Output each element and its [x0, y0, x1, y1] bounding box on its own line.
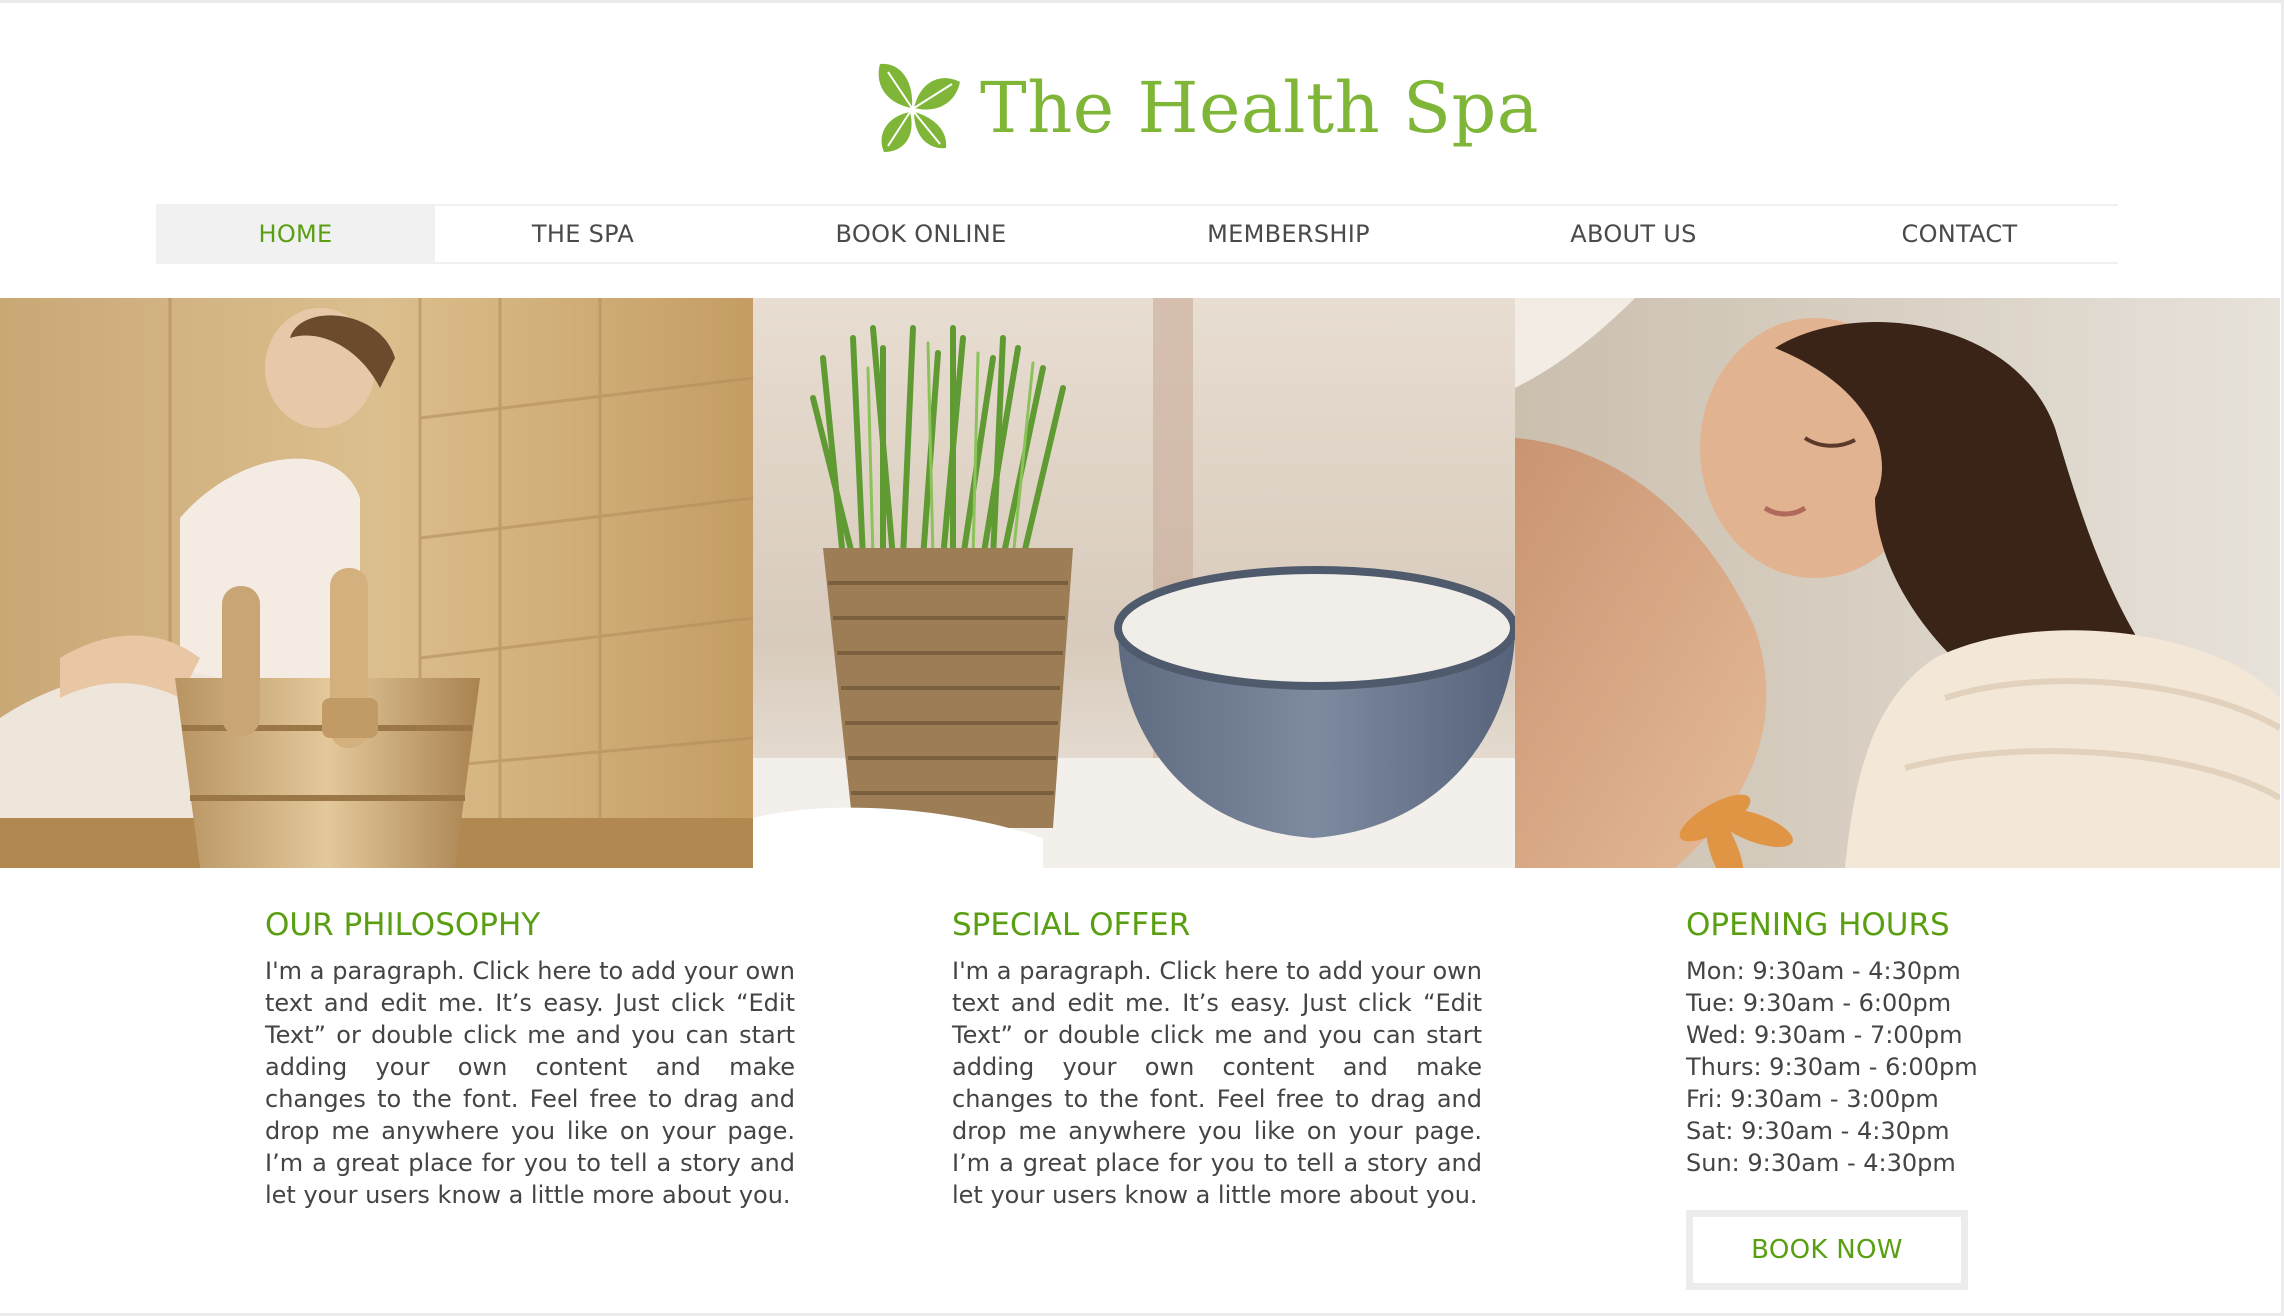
opening-hours-title: OPENING HOURS: [1686, 907, 1950, 943]
hours-line: Thurs: 9:30am - 6:00pm: [1686, 1053, 1978, 1081]
hero-gallery: [0, 298, 2280, 868]
special-offer-text: I'm a paragraph. Click here to add your …: [952, 957, 1482, 1209]
hours-line: Fri: 9:30am - 3:00pm: [1686, 1085, 1939, 1113]
sauna-image: [0, 298, 753, 868]
philosophy-text: I'm a paragraph. Click here to add your …: [265, 957, 795, 1209]
wheatgrass-bowl-image: [753, 298, 1515, 868]
hours-line: Tue: 9:30am - 6:00pm: [1686, 989, 1952, 1017]
hours-line: Wed: 9:30am - 7:00pm: [1686, 1021, 1963, 1049]
nav-about-us[interactable]: ABOUT US: [1466, 206, 1801, 262]
top-border: [0, 0, 2284, 3]
site-logo[interactable]: The Health Spa: [868, 58, 1539, 158]
special-offer-title: SPECIAL OFFER: [952, 907, 1191, 943]
special-offer-section: SPECIAL OFFER I'm a paragraph. Click her…: [952, 905, 1482, 1211]
nav-membership[interactable]: MEMBERSHIP: [1111, 206, 1466, 262]
hours-line: Mon: 9:30am - 4:30pm: [1686, 957, 1961, 985]
nav-the-spa[interactable]: THE SPA: [435, 206, 731, 262]
nav-home[interactable]: HOME: [156, 206, 435, 262]
book-now-button[interactable]: BOOK NOW: [1686, 1210, 1968, 1290]
nav-book-online[interactable]: BOOK ONLINE: [731, 206, 1111, 262]
opening-hours-list: Mon: 9:30am - 4:30pm Tue: 9:30am - 6:00p…: [1686, 955, 2006, 1179]
leaf-icon: [868, 56, 964, 160]
hours-line: Sat: 9:30am - 4:30pm: [1686, 1117, 1950, 1145]
relaxing-woman-image: [1515, 298, 2280, 868]
philosophy-section: OUR PHILOSOPHY I'm a paragraph. Click he…: [265, 905, 795, 1211]
hours-line: Sun: 9:30am - 4:30pm: [1686, 1149, 1956, 1177]
opening-hours-section: OPENING HOURS Mon: 9:30am - 4:30pm Tue: …: [1686, 905, 2006, 1179]
nav-contact[interactable]: CONTACT: [1801, 206, 2118, 262]
site-title: The Health Spa: [980, 67, 1540, 149]
main-nav: HOME THE SPA BOOK ONLINE MEMBERSHIP ABOU…: [156, 204, 2118, 264]
philosophy-title: OUR PHILOSOPHY: [265, 907, 541, 943]
